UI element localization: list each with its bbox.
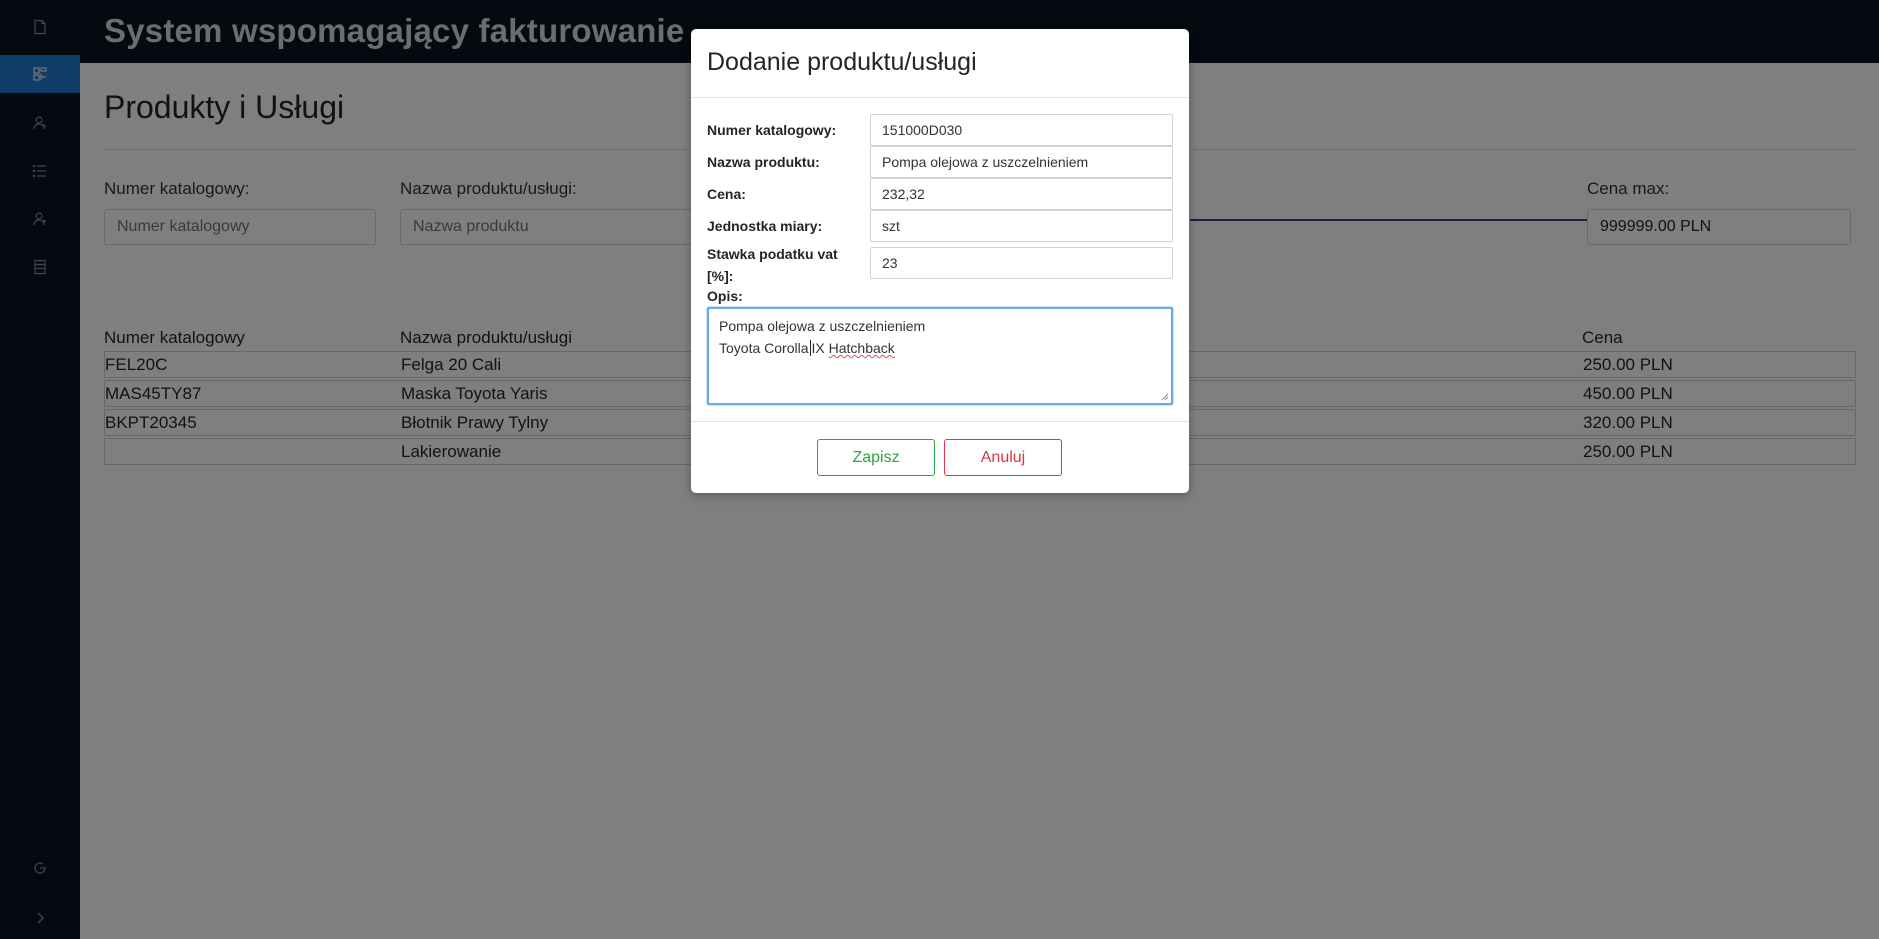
catalog-number-input[interactable]: 151000D030	[870, 114, 1173, 146]
resize-grip-icon[interactable]	[1161, 393, 1169, 401]
description-text: Toyota Corolla	[719, 340, 809, 356]
vat-rate-input[interactable]: 23	[870, 247, 1173, 279]
description-line: Toyota Corolla IX Hatchback	[719, 337, 1161, 359]
catalog-number-label: Numer katalogowy:	[707, 122, 837, 138]
unit-label: Jednostka miary:	[707, 218, 823, 234]
unit-input[interactable]: szt	[870, 210, 1173, 242]
price-input[interactable]: 232,32	[870, 178, 1173, 210]
dialog-title: Dodanie produktu/usługi	[707, 48, 977, 76]
description-text: IX	[811, 340, 825, 356]
product-name-label: Nazwa produktu:	[707, 154, 820, 170]
misspelled-word: Hatchback	[828, 340, 895, 356]
cancel-button[interactable]: Anuluj	[944, 439, 1062, 476]
product-name-input[interactable]: Pompa olejowa z uszczelnieniem	[870, 146, 1173, 178]
add-product-dialog: Dodanie produktu/usługi Numer katalogowy…	[691, 29, 1189, 493]
text-caret	[809, 340, 811, 356]
description-line: Pompa olejowa z uszczelnieniem	[719, 318, 926, 334]
dialog-header: Dodanie produktu/usługi	[691, 29, 1189, 98]
description-label: Opis:	[707, 288, 743, 304]
description-textarea[interactable]: Pompa olejowa z uszczelnieniem Toyota Co…	[707, 307, 1173, 405]
vat-rate-label: Stawka podatku vat [%]:	[707, 246, 838, 284]
dialog-footer: Zapisz Anuluj	[691, 421, 1189, 494]
price-label: Cena:	[707, 186, 746, 202]
save-button[interactable]: Zapisz	[817, 439, 935, 476]
